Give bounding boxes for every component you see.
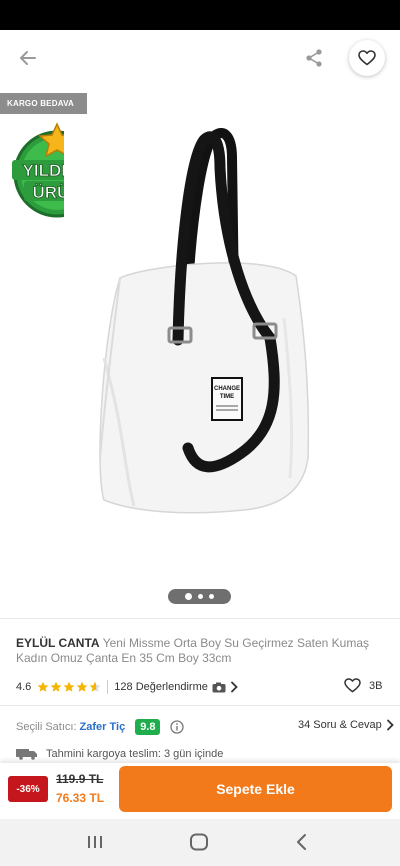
heart-icon [358,50,376,66]
star-icon [50,681,62,692]
free-shipping-badge: KARGO BEDAVA [0,93,87,114]
rating-separator [107,680,109,694]
heart-icon [344,678,361,693]
star-icon [63,681,75,692]
divider [0,618,400,619]
pager-dot[interactable] [198,594,203,599]
rating-stars [37,681,101,693]
favorite-count[interactable]: 3B [344,678,382,693]
qa-link[interactable]: 34 Soru & Cevap [298,719,394,731]
rating-value: 4.6 [16,681,32,693]
rating-row[interactable]: 4.6 128 Değerlendirme [16,678,384,696]
status-bar [0,0,400,30]
truck-icon [16,749,37,760]
favorite-button[interactable] [349,40,385,76]
bag-tag-line1: CHANGE [214,386,240,392]
checkout-bar: -36% 119.9 TL 76.33 TL Sepete Ekle [0,763,400,819]
add-to-cart-button[interactable]: Sepete Ekle [119,766,392,812]
product-brand[interactable]: EYLÜL CANTA [16,636,100,650]
pager-dot[interactable] [185,593,192,600]
discount-badge: -36% [8,776,48,802]
star-icon [76,681,88,692]
star-half-icon [89,681,101,692]
qa-label: 34 Soru & Cevap [298,719,382,731]
seller-name-link[interactable]: Zafer Tiç [80,721,126,733]
share-button[interactable] [298,42,330,74]
nav-home-icon[interactable] [189,833,209,851]
star-icon [37,681,49,692]
share-icon [306,49,322,67]
image-pager[interactable] [168,589,231,604]
pager-dot[interactable] [209,594,214,599]
camera-icon [212,682,226,693]
divider [0,705,400,706]
top-nav [0,30,400,86]
chevron-right-icon [386,719,394,731]
info-icon[interactable] [170,720,185,734]
product-title: EYLÜL CANTA Yeni Missme Orta Boy Su Geçi… [16,636,384,666]
nav-recents-icon[interactable] [86,833,104,851]
seller-label: Seçili Satıcı: [16,721,77,733]
bag-tag-line2: TIME [220,394,234,400]
favorite-count-value: 3B [369,679,383,692]
current-price: 76.33 TL [56,791,105,805]
product-image[interactable]: CHANGE TIME [64,128,390,522]
nav-back-icon[interactable] [295,833,309,851]
chevron-right-icon [230,681,238,693]
cargo-estimate-text: Tahmini kargoya teslim: 3 gün içinde [46,748,224,760]
old-price: 119.9 TL [56,772,104,786]
back-button[interactable] [12,42,44,74]
reviews-link[interactable]: 128 Değerlendirme [114,681,208,693]
system-nav-bar [0,819,400,866]
back-arrow-icon [20,51,36,65]
seller-score-badge: 9.8 [135,719,161,735]
cargo-estimate: Tahmini kargoya teslim: 3 gün içinde [16,746,223,762]
